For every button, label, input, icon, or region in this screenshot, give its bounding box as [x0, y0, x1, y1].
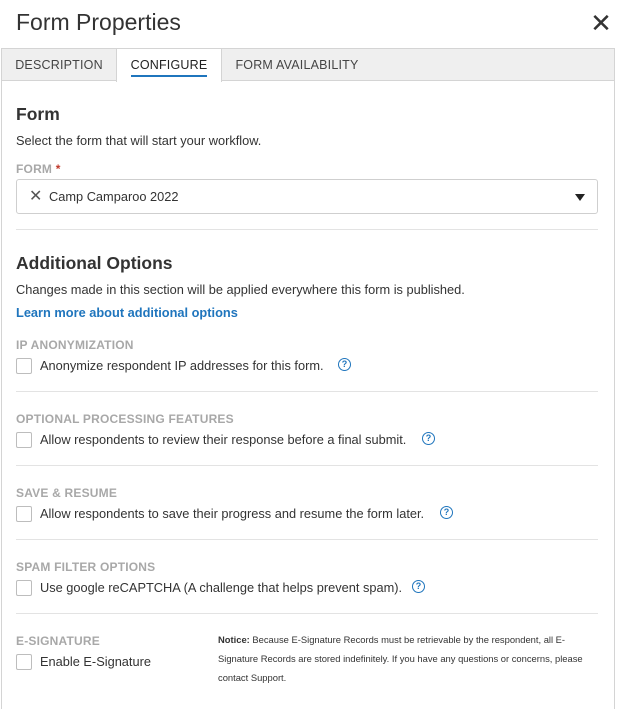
ip-anonymization-text: Anonymize respondent IP addresses for th… — [40, 358, 324, 373]
form-field-label-text: FORM — [16, 162, 53, 176]
form-select-value: Camp Camparoo 2022 — [49, 189, 179, 204]
divider — [16, 465, 598, 466]
section-label-optional-processing: OPTIONAL PROCESSING FEATURES — [16, 412, 234, 426]
divider — [16, 539, 598, 540]
dialog-title: Form Properties — [16, 9, 181, 35]
required-mark: * — [55, 162, 61, 176]
form-field-label: FORM * — [16, 162, 61, 176]
section-label-save-resume: SAVE & RESUME — [16, 486, 118, 500]
section-label-spam-filter: SPAM FILTER OPTIONS — [16, 560, 156, 574]
help-icon[interactable]: ? — [412, 580, 425, 593]
e-signature-notice: Notice: Because E-Signature Records must… — [218, 630, 600, 687]
notice-title: Notice: — [218, 634, 250, 645]
review-response-text: Allow respondents to review their respon… — [40, 432, 407, 447]
divider — [16, 391, 598, 392]
close-icon[interactable]: ✕ — [588, 8, 614, 38]
tab-form-availability[interactable]: FORM AVAILABILITY — [222, 49, 372, 81]
tab-description[interactable]: DESCRIPTION — [2, 49, 116, 81]
chevron-down-icon[interactable] — [575, 194, 585, 201]
review-response-checkbox[interactable] — [16, 432, 32, 448]
notice-text: Because E-Signature Records must be retr… — [218, 634, 583, 683]
dialog-header: Form Properties ✕ — [0, 0, 617, 48]
form-section-heading: Form — [16, 104, 60, 124]
divider — [16, 613, 598, 614]
tab-configure-label: CONFIGURE — [130, 56, 208, 77]
save-resume-checkbox[interactable] — [16, 506, 32, 522]
recaptcha-checkbox[interactable] — [16, 580, 32, 596]
section-label-ip-anonymization: IP ANONYMIZATION — [16, 338, 134, 352]
additional-options-description: Changes made in this section will be app… — [16, 282, 465, 297]
tab-bar: DESCRIPTION CONFIGURE FORM AVAILABILITY — [2, 49, 614, 82]
clear-icon[interactable]: ✕ — [29, 188, 43, 206]
form-select[interactable]: ✕ Camp Camparoo 2022 — [16, 179, 598, 214]
form-section-description: Select the form that will start your wor… — [16, 133, 262, 148]
tab-configure[interactable]: CONFIGURE — [116, 49, 222, 82]
help-icon[interactable]: ? — [440, 506, 453, 519]
divider — [16, 229, 598, 230]
e-signature-text: Enable E-Signature — [40, 654, 151, 669]
help-icon[interactable]: ? — [422, 432, 435, 445]
ip-anonymization-checkbox[interactable] — [16, 358, 32, 374]
e-signature-checkbox[interactable] — [16, 654, 32, 670]
additional-options-heading: Additional Options — [16, 253, 173, 273]
recaptcha-text: Use google reCAPTCHA (A challenge that h… — [40, 580, 403, 595]
help-icon[interactable]: ? — [338, 358, 351, 371]
save-resume-text: Allow respondents to save their progress… — [40, 506, 425, 521]
learn-more-link[interactable]: Learn more about additional options — [16, 305, 238, 320]
section-label-e-signature: E-SIGNATURE — [16, 634, 100, 648]
